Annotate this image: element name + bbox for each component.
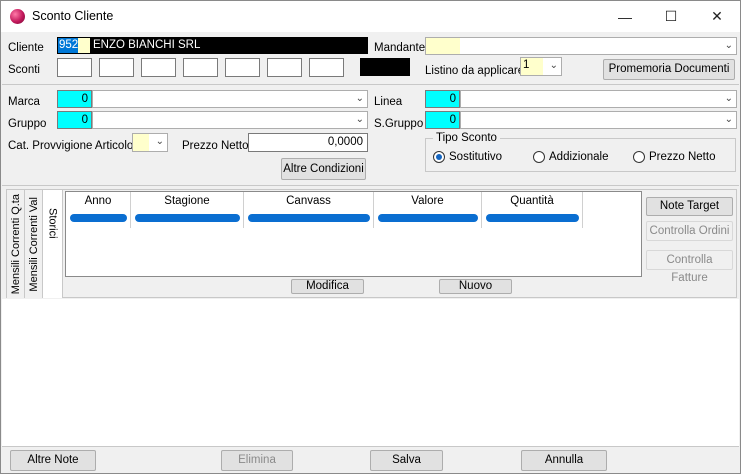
chevron-down-icon[interactable]: ⌄ — [356, 114, 364, 125]
marca-code-field[interactable]: 0 — [57, 90, 92, 108]
app-logo-icon — [10, 9, 25, 24]
column-header-anno[interactable]: Anno — [66, 192, 131, 228]
annulla-button[interactable]: Annulla — [521, 450, 607, 471]
tipo-sconto-legend: Tipo Sconto — [433, 132, 500, 144]
nuovo-button[interactable]: Nuovo — [439, 279, 512, 294]
elimina-button[interactable]: Elimina — [221, 450, 293, 471]
gruppo-code-field[interactable]: 0 — [57, 111, 92, 129]
mandante-label: Mandante — [374, 42, 426, 54]
addizionale-label: Addizionale — [549, 151, 609, 163]
sconto-3-field[interactable] — [141, 58, 176, 77]
column-header-label: Quantità — [510, 195, 554, 207]
column-header-label: Stagione — [164, 195, 210, 207]
chevron-down-icon[interactable]: ⌄ — [725, 93, 733, 104]
column-header-valore[interactable]: Valore — [374, 192, 482, 228]
sconto-4-field[interactable] — [183, 58, 218, 77]
sostitutivo-radio[interactable] — [433, 151, 445, 163]
minimize-button[interactable]: — — [602, 1, 648, 32]
column-header-canvass[interactable]: Canvass — [244, 192, 374, 228]
column-filter-bar — [486, 214, 579, 222]
window-title: Sconto Cliente — [32, 9, 114, 23]
listino-value: 1 — [521, 58, 543, 75]
salva-button[interactable]: Salva — [370, 450, 443, 471]
linea-combo[interactable]: ⌄ — [460, 90, 737, 108]
controlla-fatture-button[interactable]: Controlla Fatture — [646, 250, 733, 284]
linea-code-field[interactable]: 0 — [425, 90, 460, 108]
chevron-down-icon[interactable]: ⌄ — [156, 136, 164, 147]
gruppo-label: Gruppo — [8, 118, 47, 130]
sgruppo-combo[interactable]: ⌄ — [460, 111, 737, 129]
tab-storici-label: Storici — [46, 208, 59, 239]
chevron-down-icon[interactable]: ⌄ — [550, 60, 558, 71]
column-filter-bar — [135, 214, 240, 222]
sconto-cliente-window: Sconto Cliente — ☐ ✕ Cliente 952 ENZO BI… — [0, 0, 741, 474]
column-filter-bar — [70, 214, 127, 222]
cat-provvigione-value — [133, 134, 149, 151]
chevron-down-icon[interactable]: ⌄ — [356, 93, 364, 104]
cliente-field[interactable]: 952 ENZO BIANCHI SRL — [57, 37, 368, 54]
tab-mensili-val[interactable]: Mensili Correnti Val — [25, 190, 43, 298]
sostitutivo-label: Sostitutivo — [449, 151, 503, 163]
column-header-label: Valore — [411, 195, 444, 207]
modifica-button[interactable]: Modifica — [291, 279, 364, 294]
column-header-label: Anno — [84, 195, 112, 207]
cliente-code-pad — [78, 38, 90, 53]
tab-mensili-qta[interactable]: Mensili Correnti Q.ta — [7, 190, 25, 298]
sconto-1-field[interactable] — [57, 58, 92, 77]
content-area — [2, 299, 739, 446]
marca-combo[interactable]: ⌄ — [92, 90, 368, 108]
gruppo-combo[interactable]: ⌄ — [92, 111, 368, 129]
separator — [2, 185, 739, 186]
column-header-label: Canvass — [286, 195, 331, 207]
altre-note-button[interactable]: Altre Note — [10, 450, 96, 471]
mandante-combo[interactable]: ⌄ — [425, 37, 737, 55]
sgruppo-code-field[interactable]: 0 — [425, 111, 460, 129]
separator — [2, 84, 739, 85]
prezzo-netto-radio-label: Prezzo Netto — [649, 151, 716, 163]
sconti-label: Sconti — [8, 64, 40, 76]
chevron-down-icon[interactable]: ⌄ — [725, 40, 733, 51]
note-target-button[interactable]: Note Target — [646, 197, 733, 216]
cat-provvigione-label: Cat. Provvigione Articolo — [8, 140, 134, 152]
marca-label: Marca — [8, 96, 40, 108]
sconto-2-field[interactable] — [99, 58, 134, 77]
controlla-ordini-button[interactable]: Controlla Ordini — [646, 221, 733, 241]
column-header-stagione[interactable]: Stagione — [131, 192, 244, 228]
separator — [2, 446, 739, 447]
title-bar: Sconto Cliente — ☐ ✕ — [1, 1, 740, 32]
sconto-5-field[interactable] — [225, 58, 260, 77]
close-button[interactable]: ✕ — [694, 1, 740, 32]
addizionale-radio[interactable] — [533, 151, 545, 163]
listino-label: Listino da applicare — [425, 65, 525, 77]
maximize-button[interactable]: ☐ — [648, 1, 694, 32]
listino-combo[interactable]: 1 ⌄ — [520, 57, 562, 76]
linea-label: Linea — [374, 96, 403, 108]
tab-mensili-qta-label: Mensili Correnti Q.ta — [9, 193, 22, 295]
column-filter-bar — [248, 214, 370, 222]
cliente-name: ENZO BIANCHI SRL — [93, 39, 201, 51]
prezzo-netto-radio[interactable] — [633, 151, 645, 163]
chevron-down-icon[interactable]: ⌄ — [725, 114, 733, 125]
altre-condizioni-button[interactable]: Altre Condizioni — [281, 158, 366, 180]
storici-table[interactable]: Anno Stagione Canvass Valore Quantità — [65, 191, 642, 277]
sconto-7-field[interactable] — [309, 58, 344, 77]
column-filter-bar — [378, 214, 478, 222]
promemoria-documenti-button[interactable]: Promemoria Documenti — [603, 59, 735, 80]
mandante-code-field[interactable] — [426, 38, 460, 54]
cliente-label: Cliente — [8, 42, 44, 54]
prezzo-netto-label: Prezzo Netto — [182, 140, 249, 152]
cliente-code: 952 — [58, 38, 80, 53]
tab-storici[interactable]: Storici — [43, 190, 63, 298]
sconto-6-field[interactable] — [267, 58, 302, 77]
prezzo-netto-field[interactable]: 0,0000 — [248, 133, 368, 152]
column-header-quantita[interactable]: Quantità — [482, 192, 583, 228]
tab-mensili-val-label: Mensili Correnti Val — [27, 196, 40, 292]
color-swatch — [360, 58, 410, 76]
cat-provvigione-combo[interactable]: ⌄ — [132, 133, 168, 152]
sgruppo-label: S.Gruppo — [374, 118, 424, 130]
